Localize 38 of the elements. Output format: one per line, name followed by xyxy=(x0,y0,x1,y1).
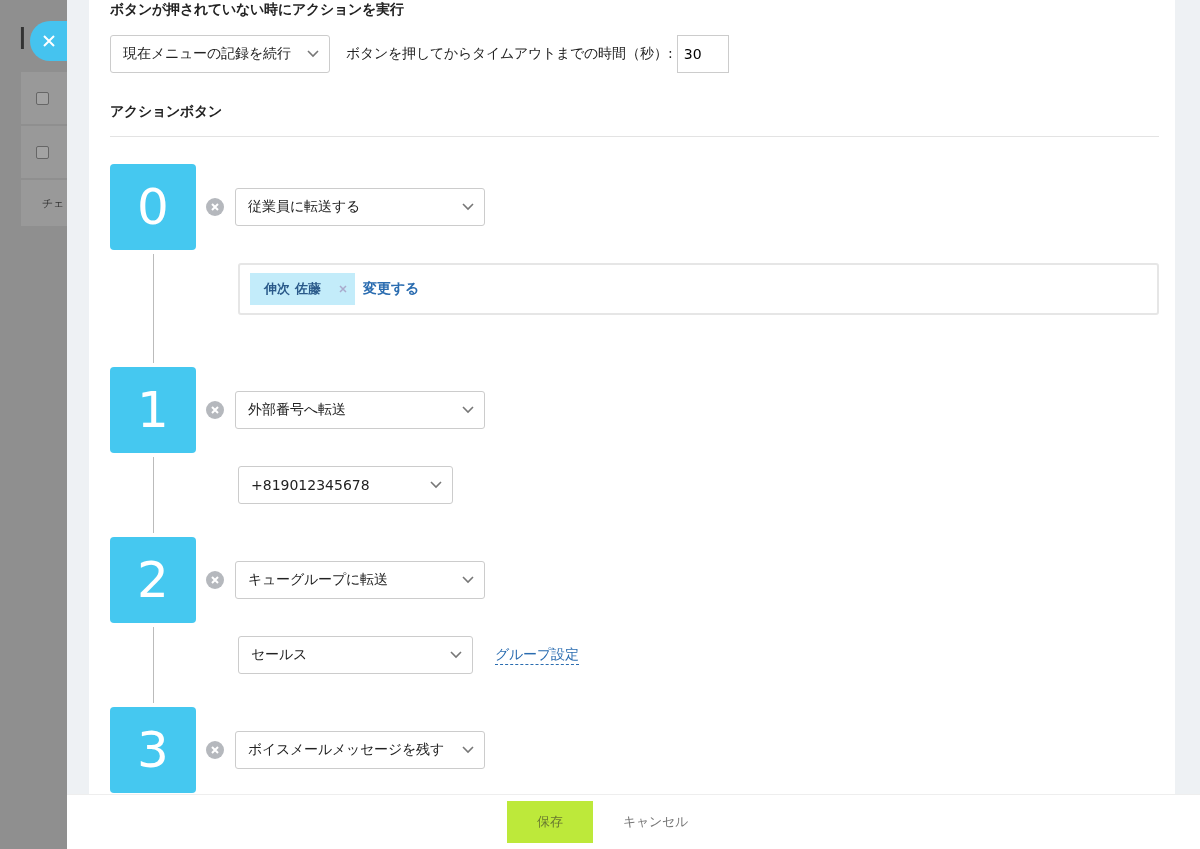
action-select[interactable]: 従業員に転送する xyxy=(235,188,485,226)
employee-name: 伸次 佐藤 xyxy=(264,280,321,298)
queue-group-select[interactable]: セールス xyxy=(238,636,473,674)
row-label: チェ xyxy=(21,180,67,226)
save-button[interactable]: 保存 xyxy=(507,801,593,843)
chevron-down-icon xyxy=(450,651,462,659)
checkbox[interactable] xyxy=(36,145,49,159)
employee-field[interactable]: 伸次 佐藤 変更する xyxy=(238,263,1159,315)
checkbox[interactable] xyxy=(36,91,49,105)
step-number: 0 xyxy=(110,164,196,250)
remove-icon[interactable] xyxy=(206,571,224,589)
action-select[interactable]: ボイスメールメッセージを残す xyxy=(235,731,485,769)
remove-icon[interactable] xyxy=(206,401,224,419)
step-number: 2 xyxy=(110,537,196,623)
close-icon[interactable] xyxy=(338,285,347,293)
chevron-down-icon xyxy=(307,50,319,58)
remove-icon[interactable] xyxy=(206,741,224,759)
chevron-down-icon xyxy=(462,746,474,754)
step-number: 3 xyxy=(110,707,196,793)
phone-number-select[interactable]: +819012345678 xyxy=(238,466,453,504)
page-heading: I xyxy=(18,22,27,56)
action-select[interactable]: 現在メニューの記録を続行 xyxy=(110,35,330,73)
section-title: ボタンが押されていない時にアクションを実行 xyxy=(110,0,405,18)
remove-icon[interactable] xyxy=(206,198,224,216)
chevron-down-icon xyxy=(462,406,474,414)
section-title: アクションボタン xyxy=(110,103,1159,137)
chevron-down-icon xyxy=(462,576,474,584)
group-settings-link[interactable]: グループ設定 xyxy=(495,645,579,665)
cancel-button[interactable]: キャンセル xyxy=(617,812,694,832)
action-select[interactable]: キューグループに転送 xyxy=(235,561,485,599)
close-icon xyxy=(41,34,56,48)
chevron-down-icon xyxy=(430,481,442,489)
chevron-down-icon xyxy=(462,203,474,211)
timeout-input[interactable]: 30 xyxy=(676,35,729,73)
step-number: 1 xyxy=(110,367,196,453)
change-link[interactable]: 変更する xyxy=(362,280,419,298)
action-select[interactable]: 外部番号へ転送 xyxy=(235,391,485,429)
timeout-label: ボタンを押してからタイムアウトまでの時間（秒）: xyxy=(346,45,673,63)
